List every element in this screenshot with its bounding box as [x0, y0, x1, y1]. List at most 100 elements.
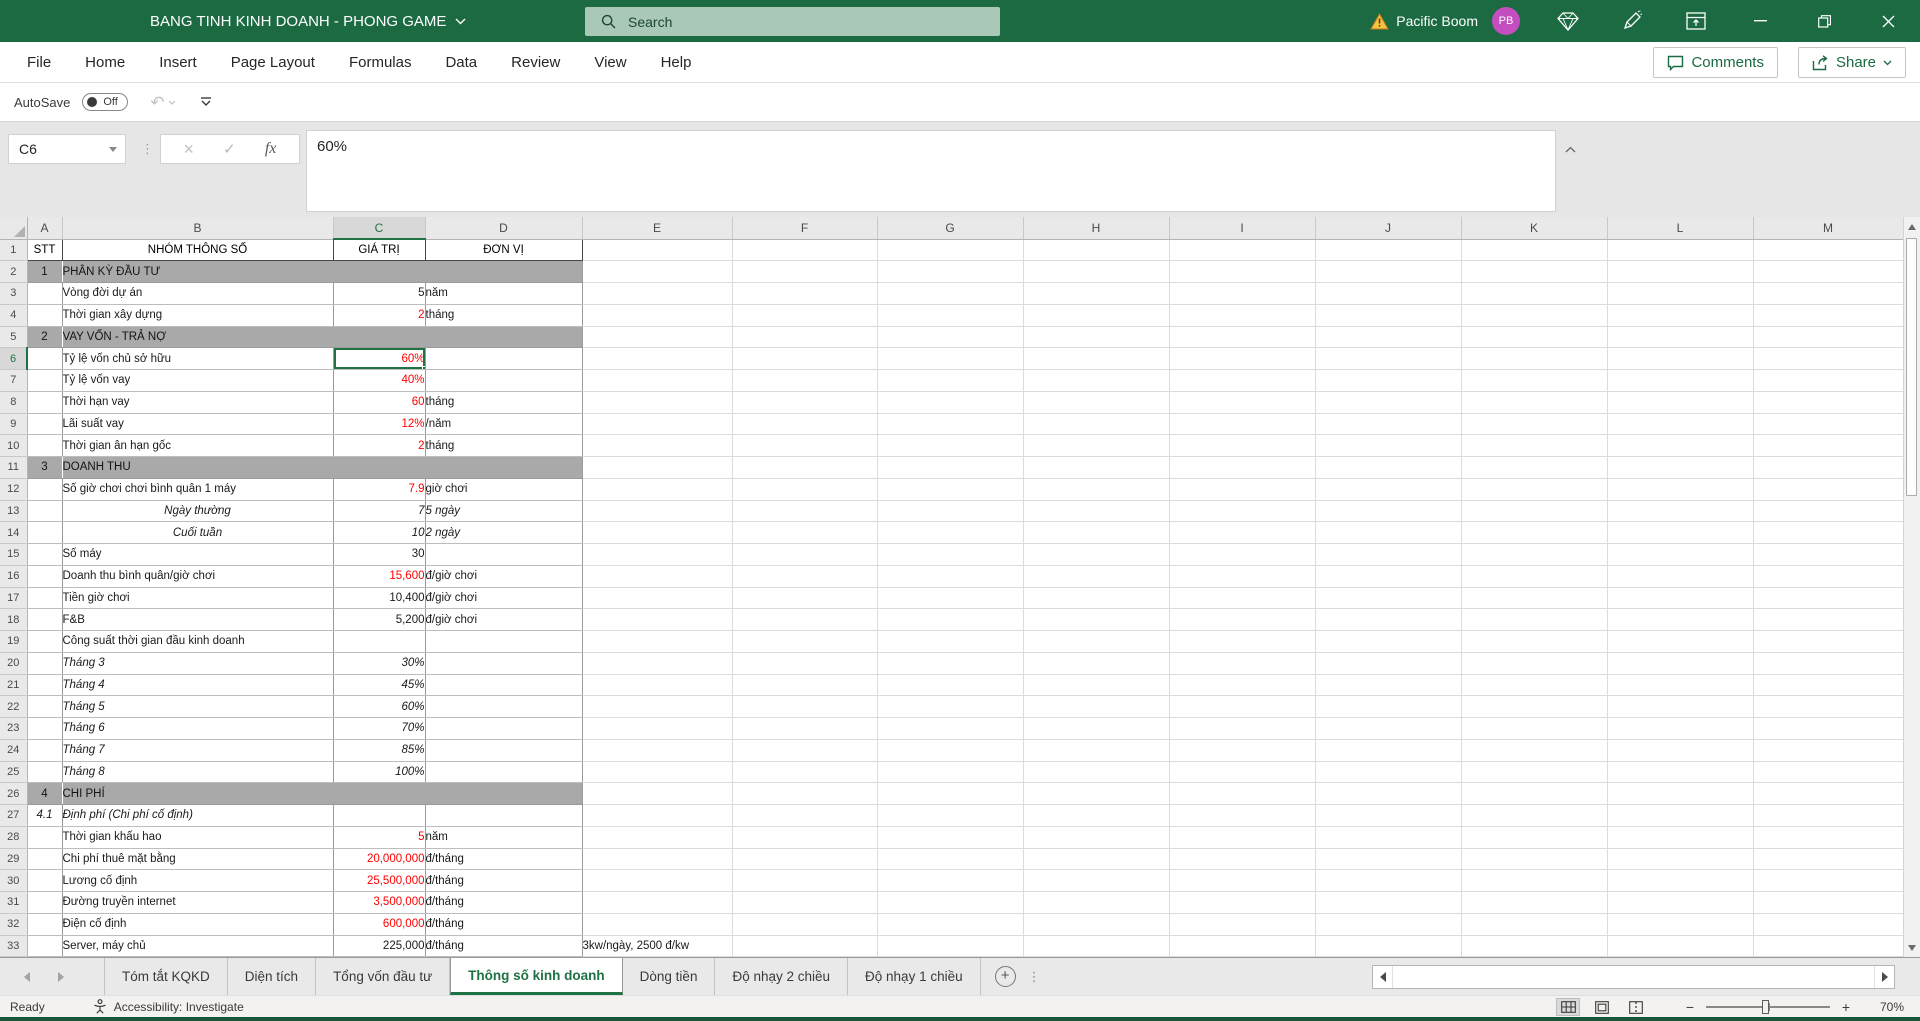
scroll-right-button[interactable]: [1874, 966, 1894, 988]
cell[interactable]: [1607, 608, 1754, 631]
cell[interactable]: GIÁ TRỊ: [332, 238, 426, 262]
cell[interactable]: [1607, 739, 1754, 762]
cell[interactable]: [1753, 521, 1904, 544]
cell[interactable]: [27, 587, 63, 610]
cell[interactable]: [582, 848, 733, 871]
cell[interactable]: [582, 674, 733, 697]
row-header-24[interactable]: 24: [0, 739, 28, 762]
cell[interactable]: [1607, 326, 1754, 349]
cell[interactable]: 10: [333, 521, 426, 544]
cell[interactable]: 40%: [333, 369, 426, 392]
cell[interactable]: [425, 369, 583, 392]
cell[interactable]: [27, 413, 63, 436]
cell[interactable]: [333, 630, 426, 653]
cell[interactable]: [877, 630, 1024, 653]
cell[interactable]: [732, 608, 878, 631]
cell[interactable]: [582, 260, 733, 283]
cell[interactable]: [1607, 347, 1754, 370]
cell[interactable]: [1169, 456, 1316, 479]
cell[interactable]: [732, 761, 878, 784]
sheet-tab-di-n-t-ch[interactable]: Diện tích: [228, 958, 317, 995]
cell[interactable]: [1461, 543, 1608, 566]
note-cell[interactable]: 3kw/ngày, 2500 đ/kw: [582, 935, 733, 958]
cell[interactable]: [27, 630, 63, 653]
cell[interactable]: [1753, 652, 1904, 675]
cell[interactable]: Vòng đời dự án: [62, 282, 334, 305]
cell[interactable]: [1461, 913, 1608, 936]
cell[interactable]: đ/tháng: [425, 913, 583, 936]
row-header-14[interactable]: 14: [0, 521, 28, 544]
cell[interactable]: [1315, 717, 1462, 740]
row-header-4[interactable]: 4: [0, 304, 28, 327]
cell[interactable]: [877, 761, 1024, 784]
cell[interactable]: [582, 500, 733, 523]
search-input[interactable]: Search: [585, 7, 1000, 36]
sheet-tab-th-ng-s-kinh-doanh[interactable]: Thông số kinh doanh: [450, 958, 623, 995]
column-header-g[interactable]: G: [877, 217, 1024, 240]
cell[interactable]: [425, 347, 583, 370]
cell[interactable]: [1753, 587, 1904, 610]
vertical-scroll-thumb[interactable]: [1906, 238, 1917, 496]
cell[interactable]: [877, 826, 1024, 849]
cell[interactable]: [27, 543, 63, 566]
cell[interactable]: Thời gian ân hạn gốc: [62, 434, 334, 457]
cell[interactable]: [1169, 674, 1316, 697]
cell[interactable]: [877, 608, 1024, 631]
cell[interactable]: 7: [333, 500, 426, 523]
cell[interactable]: STT: [26, 238, 63, 262]
cell[interactable]: [582, 587, 733, 610]
cell[interactable]: [1023, 565, 1170, 588]
cell[interactable]: tháng: [425, 434, 583, 457]
cell[interactable]: [1461, 891, 1608, 914]
cell[interactable]: [1461, 739, 1608, 762]
autosave-toggle[interactable]: Off: [82, 93, 129, 111]
cell[interactable]: Cuối tuần: [62, 521, 334, 544]
cell[interactable]: [1169, 652, 1316, 675]
cell[interactable]: [877, 891, 1024, 914]
column-header-b[interactable]: B: [62, 217, 334, 240]
cell[interactable]: [1023, 456, 1170, 479]
cell[interactable]: [1753, 739, 1904, 762]
section-header-cell[interactable]: PHÂN KỲ ĐẦU TƯ: [62, 260, 583, 283]
cell[interactable]: [1753, 826, 1904, 849]
cell[interactable]: [1169, 608, 1316, 631]
row-header-15[interactable]: 15: [0, 543, 28, 566]
cell[interactable]: [1461, 804, 1608, 827]
restore-button[interactable]: [1792, 0, 1856, 42]
cell[interactable]: [732, 521, 878, 544]
cell[interactable]: [732, 304, 878, 327]
cell[interactable]: [877, 282, 1024, 305]
cell[interactable]: [1461, 369, 1608, 392]
cell[interactable]: [1753, 935, 1904, 958]
cell[interactable]: [27, 369, 63, 392]
cell[interactable]: [1023, 434, 1170, 457]
cell[interactable]: Số giờ chơi chơi bình quân 1 máy: [62, 478, 334, 501]
cell[interactable]: [732, 935, 878, 958]
cell[interactable]: [1169, 434, 1316, 457]
cell[interactable]: [1607, 413, 1754, 436]
cell[interactable]: Tháng 6: [62, 717, 334, 740]
cell[interactable]: [1607, 587, 1754, 610]
cell[interactable]: 70%: [333, 717, 426, 740]
ribbon-tab-data[interactable]: Data: [428, 54, 494, 71]
cell[interactable]: [425, 804, 583, 827]
cell[interactable]: [1023, 935, 1170, 958]
row-header-32[interactable]: 32: [0, 913, 28, 936]
cell[interactable]: [877, 521, 1024, 544]
cell[interactable]: [1461, 521, 1608, 544]
cell[interactable]: [877, 391, 1024, 414]
cell[interactable]: [1753, 326, 1904, 349]
section-header-cell[interactable]: CHI PHÍ: [62, 782, 583, 805]
cell[interactable]: [1023, 674, 1170, 697]
cell[interactable]: [1753, 848, 1904, 871]
cell[interactable]: [1169, 478, 1316, 501]
cell[interactable]: 15,600: [333, 565, 426, 588]
cell[interactable]: [27, 304, 63, 327]
name-box-dropdown-icon[interactable]: [109, 146, 117, 152]
cell[interactable]: [1315, 543, 1462, 566]
cell[interactable]: [1169, 913, 1316, 936]
cell[interactable]: [1607, 848, 1754, 871]
cell[interactable]: [1315, 369, 1462, 392]
cell[interactable]: [1315, 804, 1462, 827]
scroll-down-button[interactable]: [1904, 939, 1920, 956]
